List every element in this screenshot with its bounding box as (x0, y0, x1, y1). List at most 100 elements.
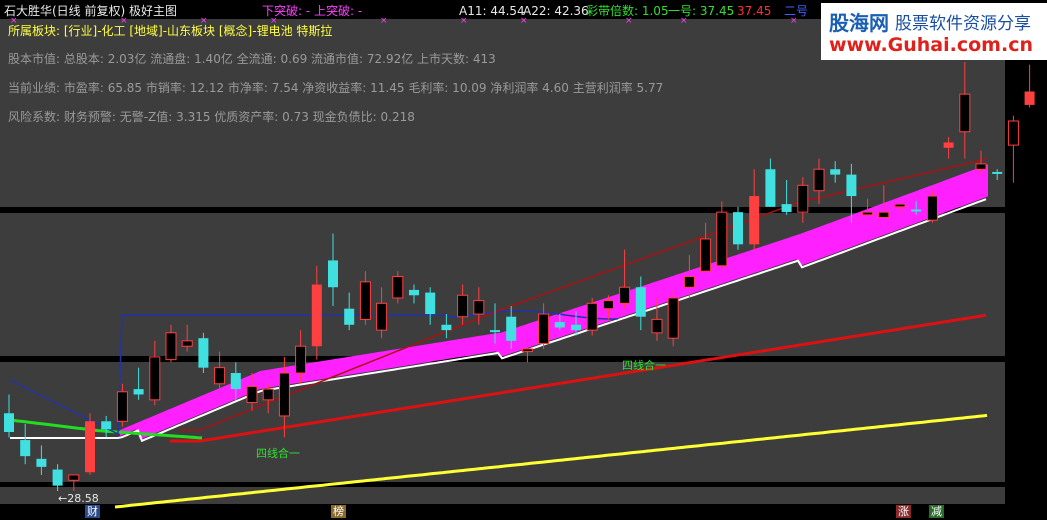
tag-finance[interactable]: 财 (85, 505, 100, 518)
candle-body (473, 300, 485, 315)
candle-body (846, 174, 857, 197)
candle-body (4, 413, 14, 433)
candle (1024, 64, 1035, 108)
candle-body (571, 324, 581, 331)
candle-body (651, 318, 663, 334)
limit-up-bar (1024, 91, 1035, 105)
tag-reduce[interactable]: 减 (929, 505, 944, 518)
stock-chart[interactable]: ×××××××××××× (0, 0, 1047, 520)
four-line-label-1: 四线合一 (256, 447, 300, 460)
bottom-strip (0, 504, 1047, 520)
a11-value: A11: 44.54 (459, 4, 525, 18)
line2-label: 二号 (784, 4, 809, 18)
capital-info: 股本市值: 总股本: 2.03亿 流通盘: 1.40亿 全流通: 0.69 流通… (8, 52, 496, 66)
candle-body (878, 211, 890, 219)
candle-body (667, 297, 679, 339)
candle-body (554, 322, 565, 328)
candle-body (149, 356, 161, 401)
candle-body (959, 93, 971, 133)
candle-body (683, 276, 695, 288)
candle-body (262, 388, 274, 401)
candle-body (830, 169, 841, 175)
candle (198, 332, 209, 374)
candle-body (716, 211, 728, 267)
break-marker: × (380, 16, 388, 26)
candle-body (116, 391, 128, 422)
limit-up-bar (749, 196, 760, 245)
candle-body (181, 340, 193, 347)
up-break-label: 上突破: - (314, 4, 363, 18)
candle-body (68, 474, 80, 481)
candle (1007, 115, 1019, 183)
candle-body (230, 373, 241, 390)
candle-body (781, 204, 792, 213)
candle-body (359, 281, 371, 320)
low-price-value: 28.58 (67, 492, 99, 505)
chart-title: 石大胜华(日线 前复权) 极好主图 (4, 4, 177, 18)
sector-text: 所属板块: [行业]-化工 [地域]-山东板块 [概念]-锂电池 特斯拉 (8, 24, 333, 38)
performance-info: 当前业绩: 市盈率: 65.85 市销率: 12.12 市净率: 7.54 净资… (8, 81, 664, 95)
candle (716, 201, 728, 272)
four-line-label-2: 四线合一 (622, 359, 666, 372)
candle-body (894, 203, 906, 208)
candle-body (975, 163, 987, 170)
candle-body (36, 458, 47, 467)
down-break-label: 下突破: - (262, 4, 311, 18)
low-price-label: ←28.58 (58, 492, 99, 505)
band-multiple: 彩带倍数: 1.05 (586, 4, 669, 18)
candle (667, 289, 679, 347)
candle (85, 413, 95, 475)
line1-value: 一号: 37.45 (668, 4, 735, 18)
candle-body (521, 348, 533, 353)
tag-rise[interactable]: 涨 (896, 505, 911, 518)
candle-body (490, 330, 500, 333)
logo-url: www.Guhai.com.cn (829, 34, 1033, 56)
candle-body (52, 469, 63, 486)
candle-body (133, 389, 144, 395)
candle (733, 206, 743, 250)
candle-body (619, 286, 631, 304)
candle-body (586, 302, 598, 331)
candle-body (392, 276, 404, 299)
panel-bottom (0, 487, 1005, 504)
logo-name: 股海网 (829, 11, 889, 35)
candle-body (214, 367, 226, 385)
candle-body (635, 287, 646, 317)
candle-body (409, 289, 419, 296)
candle-body (1007, 120, 1019, 146)
candle-body (344, 308, 355, 325)
candle (586, 297, 598, 336)
candle-body (101, 421, 112, 430)
candle-body (198, 338, 209, 368)
risk-info: 风险系数: 财务预警: 无警-Z值: 3.315 优质资产率: 0.73 现金负… (8, 110, 415, 124)
candle-body (926, 195, 938, 221)
candle-body (538, 313, 550, 345)
candle-body (700, 238, 712, 272)
candle-body (246, 385, 258, 404)
tag-ranking[interactable]: 榜 (331, 505, 346, 518)
candle-body (911, 209, 922, 212)
site-logo[interactable]: 股海网 股票软件资源分享 www.Guhai.com.cn (821, 3, 1047, 60)
candle-body (765, 169, 776, 207)
candle-body (20, 440, 31, 457)
line1b-value: 37.45 (737, 4, 772, 18)
candle-body (457, 294, 469, 318)
candle-body (862, 211, 874, 216)
candle-body (425, 292, 436, 315)
candle-body (295, 345, 307, 374)
candle-body (278, 372, 290, 417)
limit-up-bar (85, 421, 95, 473)
candle-body (602, 300, 614, 310)
candle-body (506, 316, 517, 341)
limit-up-bar (943, 142, 954, 148)
candle-body (797, 184, 809, 213)
candle-body (328, 260, 338, 288)
candle-body (441, 324, 452, 331)
candle-body (376, 302, 388, 331)
logo-slogan: 股票软件资源分享 (895, 14, 1031, 34)
candle-body (165, 332, 177, 361)
candle-body (992, 171, 1003, 174)
a22-value: A22: 42.36 (523, 4, 589, 18)
candle-body (813, 168, 825, 192)
candle-body (733, 212, 743, 245)
